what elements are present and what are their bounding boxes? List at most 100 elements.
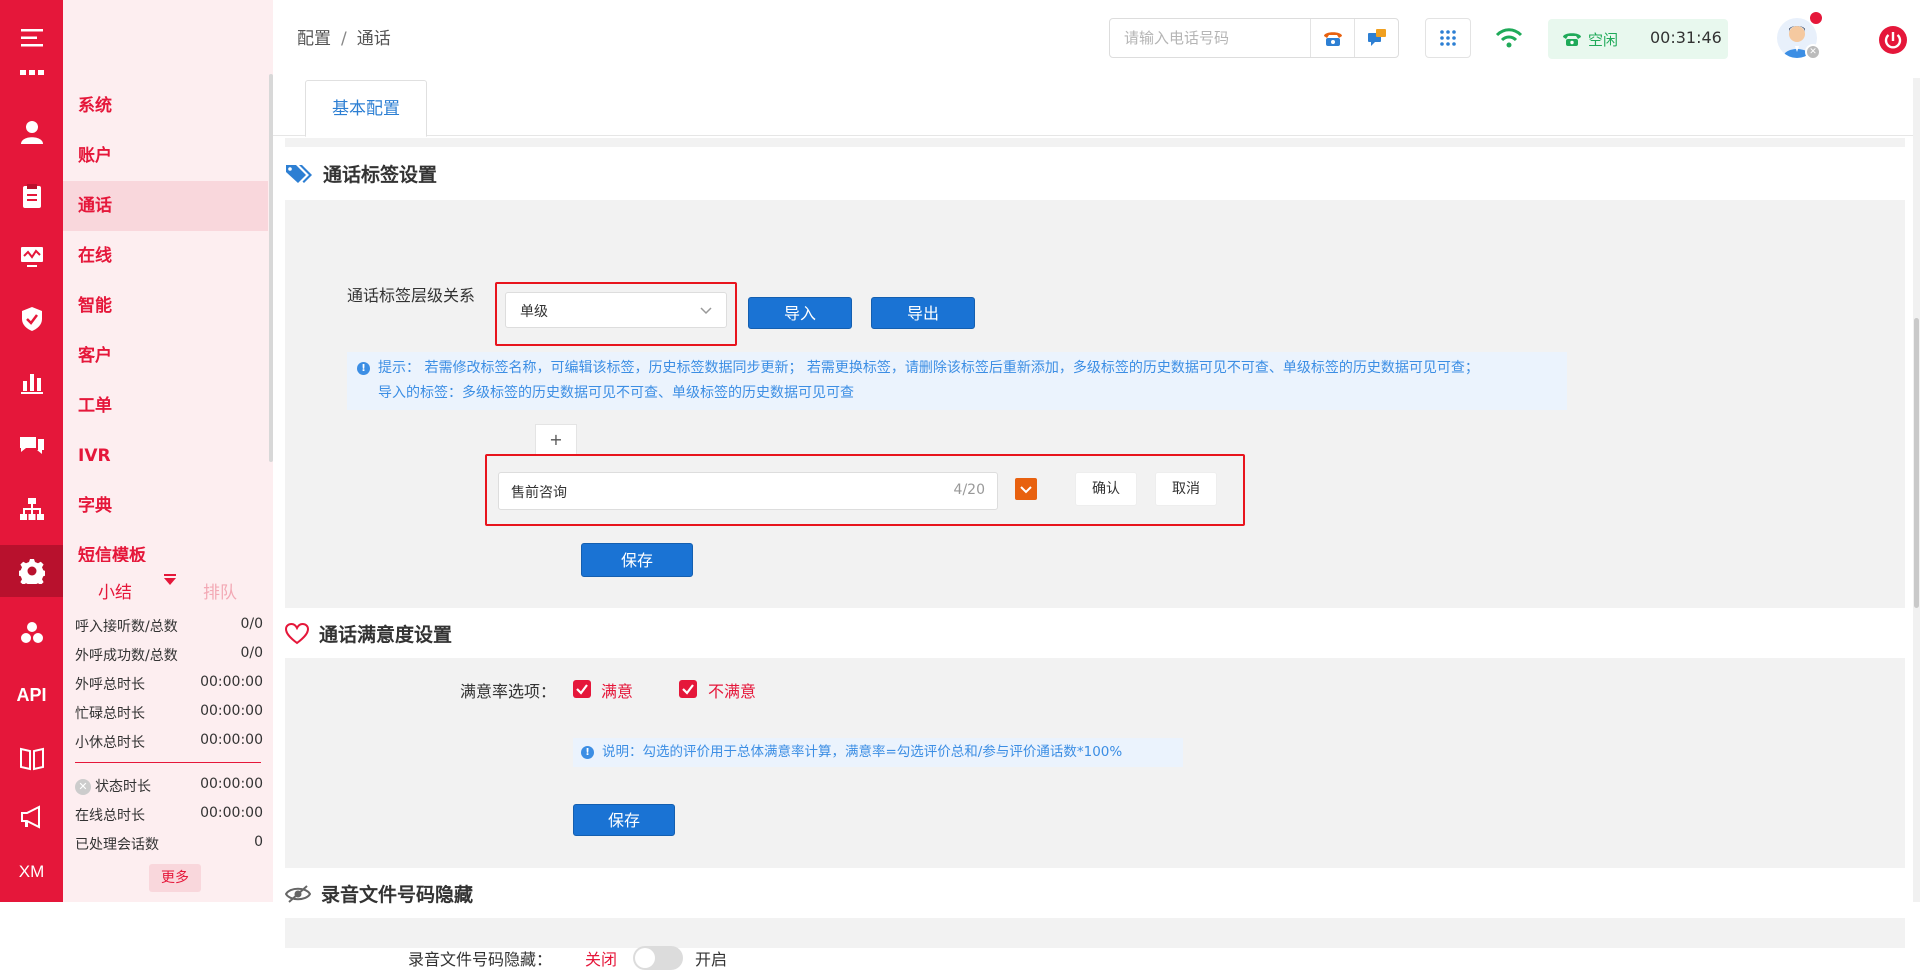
breadcrumb-call: 通话	[356, 29, 391, 49]
tag-name-input[interactable]: 售前咨询 4/20	[498, 472, 998, 510]
sidebar-item-system[interactable]: 系统	[63, 81, 268, 131]
menu-icon[interactable]	[0, 13, 63, 63]
tag-settings-panel: 通话标签层级关系 单级 导入 导出 ! 提示： 若需修改标签名称，可编辑该标签，历…	[285, 200, 1905, 608]
main-scrollbar[interactable]	[1913, 78, 1920, 902]
shield-icon[interactable]	[0, 294, 63, 344]
chart-icon[interactable]	[0, 357, 63, 407]
stat-row: 外呼成功数/总数 0/0	[75, 645, 263, 664]
cancel-button[interactable]: 取消	[1155, 472, 1217, 506]
more-button[interactable]: 更多	[149, 864, 201, 892]
hierarchy-value: 单级	[520, 304, 548, 320]
cubes-icon[interactable]	[0, 608, 63, 658]
scrollbar-thumb[interactable]	[1914, 318, 1919, 608]
tag-dropdown-icon[interactable]	[1015, 478, 1037, 500]
tags-icon	[286, 164, 312, 183]
import-button[interactable]: 导入	[748, 297, 852, 329]
clipboard-icon[interactable]	[0, 171, 63, 221]
export-button[interactable]: 导出	[871, 297, 975, 329]
stats-panel: 小结 排队 呼入接听数/总数 0/0 外呼成功数/总数 0/0 外呼总时长 00:00…	[63, 562, 273, 902]
eye-hidden-icon	[285, 884, 311, 903]
recording-hide-label: 录音文件号码隐藏：	[408, 950, 553, 969]
sidebar-item-ivr[interactable]: IVR	[63, 431, 268, 481]
status-timer: 00:31:46	[1650, 28, 1722, 47]
stats-tabs: 小结 排队	[63, 574, 273, 610]
toggle-on-label: 开启	[695, 950, 728, 969]
phone-number-input[interactable]	[1110, 19, 1310, 57]
stat-row: 小休总时长 00:00:00	[75, 732, 263, 751]
monitor-icon[interactable]	[0, 232, 63, 282]
api-icon[interactable]: API	[0, 670, 63, 720]
unsatisfied-label[interactable]: 不满意	[708, 678, 756, 702]
sidebar-item-customer[interactable]: 客户	[63, 331, 268, 381]
confirm-button[interactable]: 确认	[1075, 472, 1137, 506]
info-icon: !	[357, 361, 370, 375]
xm-icon[interactable]: XM	[0, 847, 63, 897]
tab-summary[interactable]: 小结	[98, 578, 132, 603]
stat-row: 在线总时长 00:00:00	[75, 805, 263, 824]
power-icon[interactable]	[1879, 26, 1907, 54]
breadcrumb-separator: /	[341, 29, 347, 49]
satisfaction-options-label: 满意率选项：	[460, 682, 557, 701]
hierarchy-label: 通话标签层级关系	[347, 286, 476, 305]
tab-basic-config[interactable]: 基本配置	[305, 80, 427, 137]
sidebar-item-smart[interactable]: 智能	[63, 281, 268, 331]
sidebar-item-call[interactable]: 通话	[63, 181, 268, 231]
offline-badge-icon: ✕	[1805, 44, 1821, 60]
sidebar-item-sms-template[interactable]: 短信模板	[63, 531, 268, 562]
chevron-down-icon	[700, 307, 712, 315]
hierarchy-select[interactable]: 单级	[505, 292, 727, 328]
satisfaction-panel: 满意率选项： 满意 不满意 ! 说明：勾选的评价用于总体满意率计算，满意率=勾选评…	[285, 658, 1905, 868]
apps-grid-icon[interactable]	[1425, 18, 1471, 58]
status-label: 空闲	[1588, 31, 1619, 49]
satisfaction-note: ! 说明：勾选的评价用于总体满意率计算，满意率=勾选评价总和/参与评价通话数*10…	[573, 738, 1183, 767]
breadcrumb-config[interactable]: 配置	[297, 29, 331, 49]
save-satisfaction-button[interactable]: 保存	[573, 804, 675, 836]
stats-divider	[75, 762, 261, 763]
gear-icon[interactable]	[0, 545, 63, 597]
recording-panel: 录音文件号码隐藏： 关闭 开启	[285, 918, 1905, 970]
satisfied-label[interactable]: 满意	[601, 678, 633, 702]
tag-section-title: 通话标签设置	[285, 160, 437, 187]
grid-dots-icon	[0, 62, 63, 84]
user-icon[interactable]	[0, 107, 63, 157]
info-icon: !	[581, 745, 594, 759]
stat-row: 呼入接听数/总数 0/0	[75, 616, 263, 635]
notification-dot	[1810, 12, 1822, 24]
org-chart-icon[interactable]	[0, 484, 63, 534]
icon-rail: API XM	[0, 0, 63, 902]
megaphone-icon[interactable]	[0, 792, 63, 842]
satisfaction-section-title: 通话满意度设置	[285, 620, 452, 647]
stat-row: ✕ 状态时长 00:00:00	[75, 776, 263, 796]
satisfied-checkbox[interactable]	[573, 680, 591, 698]
recording-section-title: 录音文件号码隐藏	[285, 880, 473, 907]
add-tag-button[interactable]: +	[535, 424, 577, 456]
message-icon[interactable]	[1354, 19, 1398, 57]
dial-phone-icon[interactable]	[1310, 19, 1354, 57]
book-icon[interactable]	[0, 733, 63, 783]
tag-tip: ! 提示： 若需修改标签名称，可编辑该标签，历史标签数据同步更新； 若需更换标签，…	[347, 352, 1567, 410]
agent-status[interactable]: 空闲 00:31:46	[1548, 19, 1728, 59]
stat-row: 忙碌总时长 00:00:00	[75, 703, 263, 722]
char-count: 4/20	[953, 482, 985, 498]
sidebar-item-online[interactable]: 在线	[63, 231, 268, 281]
sidebar-item-account[interactable]: 账户	[63, 131, 268, 181]
breadcrumb: 配置 / 通话	[297, 24, 391, 49]
phone-search-box	[1109, 18, 1399, 58]
heart-icon	[285, 622, 309, 644]
collapse-bar	[164, 574, 176, 576]
toggle-knob	[635, 948, 655, 968]
close-circle-icon[interactable]: ✕	[75, 779, 91, 795]
sidebar-item-ticket[interactable]: 工单	[63, 381, 268, 431]
content-tabs: 基本配置	[273, 78, 1913, 137]
tab-queue[interactable]: 排队	[203, 578, 237, 603]
sidebar-item-dictionary[interactable]: 字典	[63, 481, 268, 531]
chat-icon[interactable]	[0, 421, 63, 471]
toggle-off-label: 关闭	[585, 950, 618, 969]
recording-hide-toggle[interactable]	[633, 946, 683, 970]
save-tags-button[interactable]: 保存	[581, 543, 693, 577]
top-header: 配置 / 通话 空闲 00:31:46 ✕	[273, 0, 1920, 78]
unsatisfied-checkbox[interactable]	[679, 680, 697, 698]
phone-icon	[1563, 33, 1581, 46]
sidebar-menu: 系统 账户 通话 在线 智能 客户 工单 IVR 字典 短信模板	[63, 0, 269, 562]
caret-down-icon[interactable]	[164, 578, 176, 585]
